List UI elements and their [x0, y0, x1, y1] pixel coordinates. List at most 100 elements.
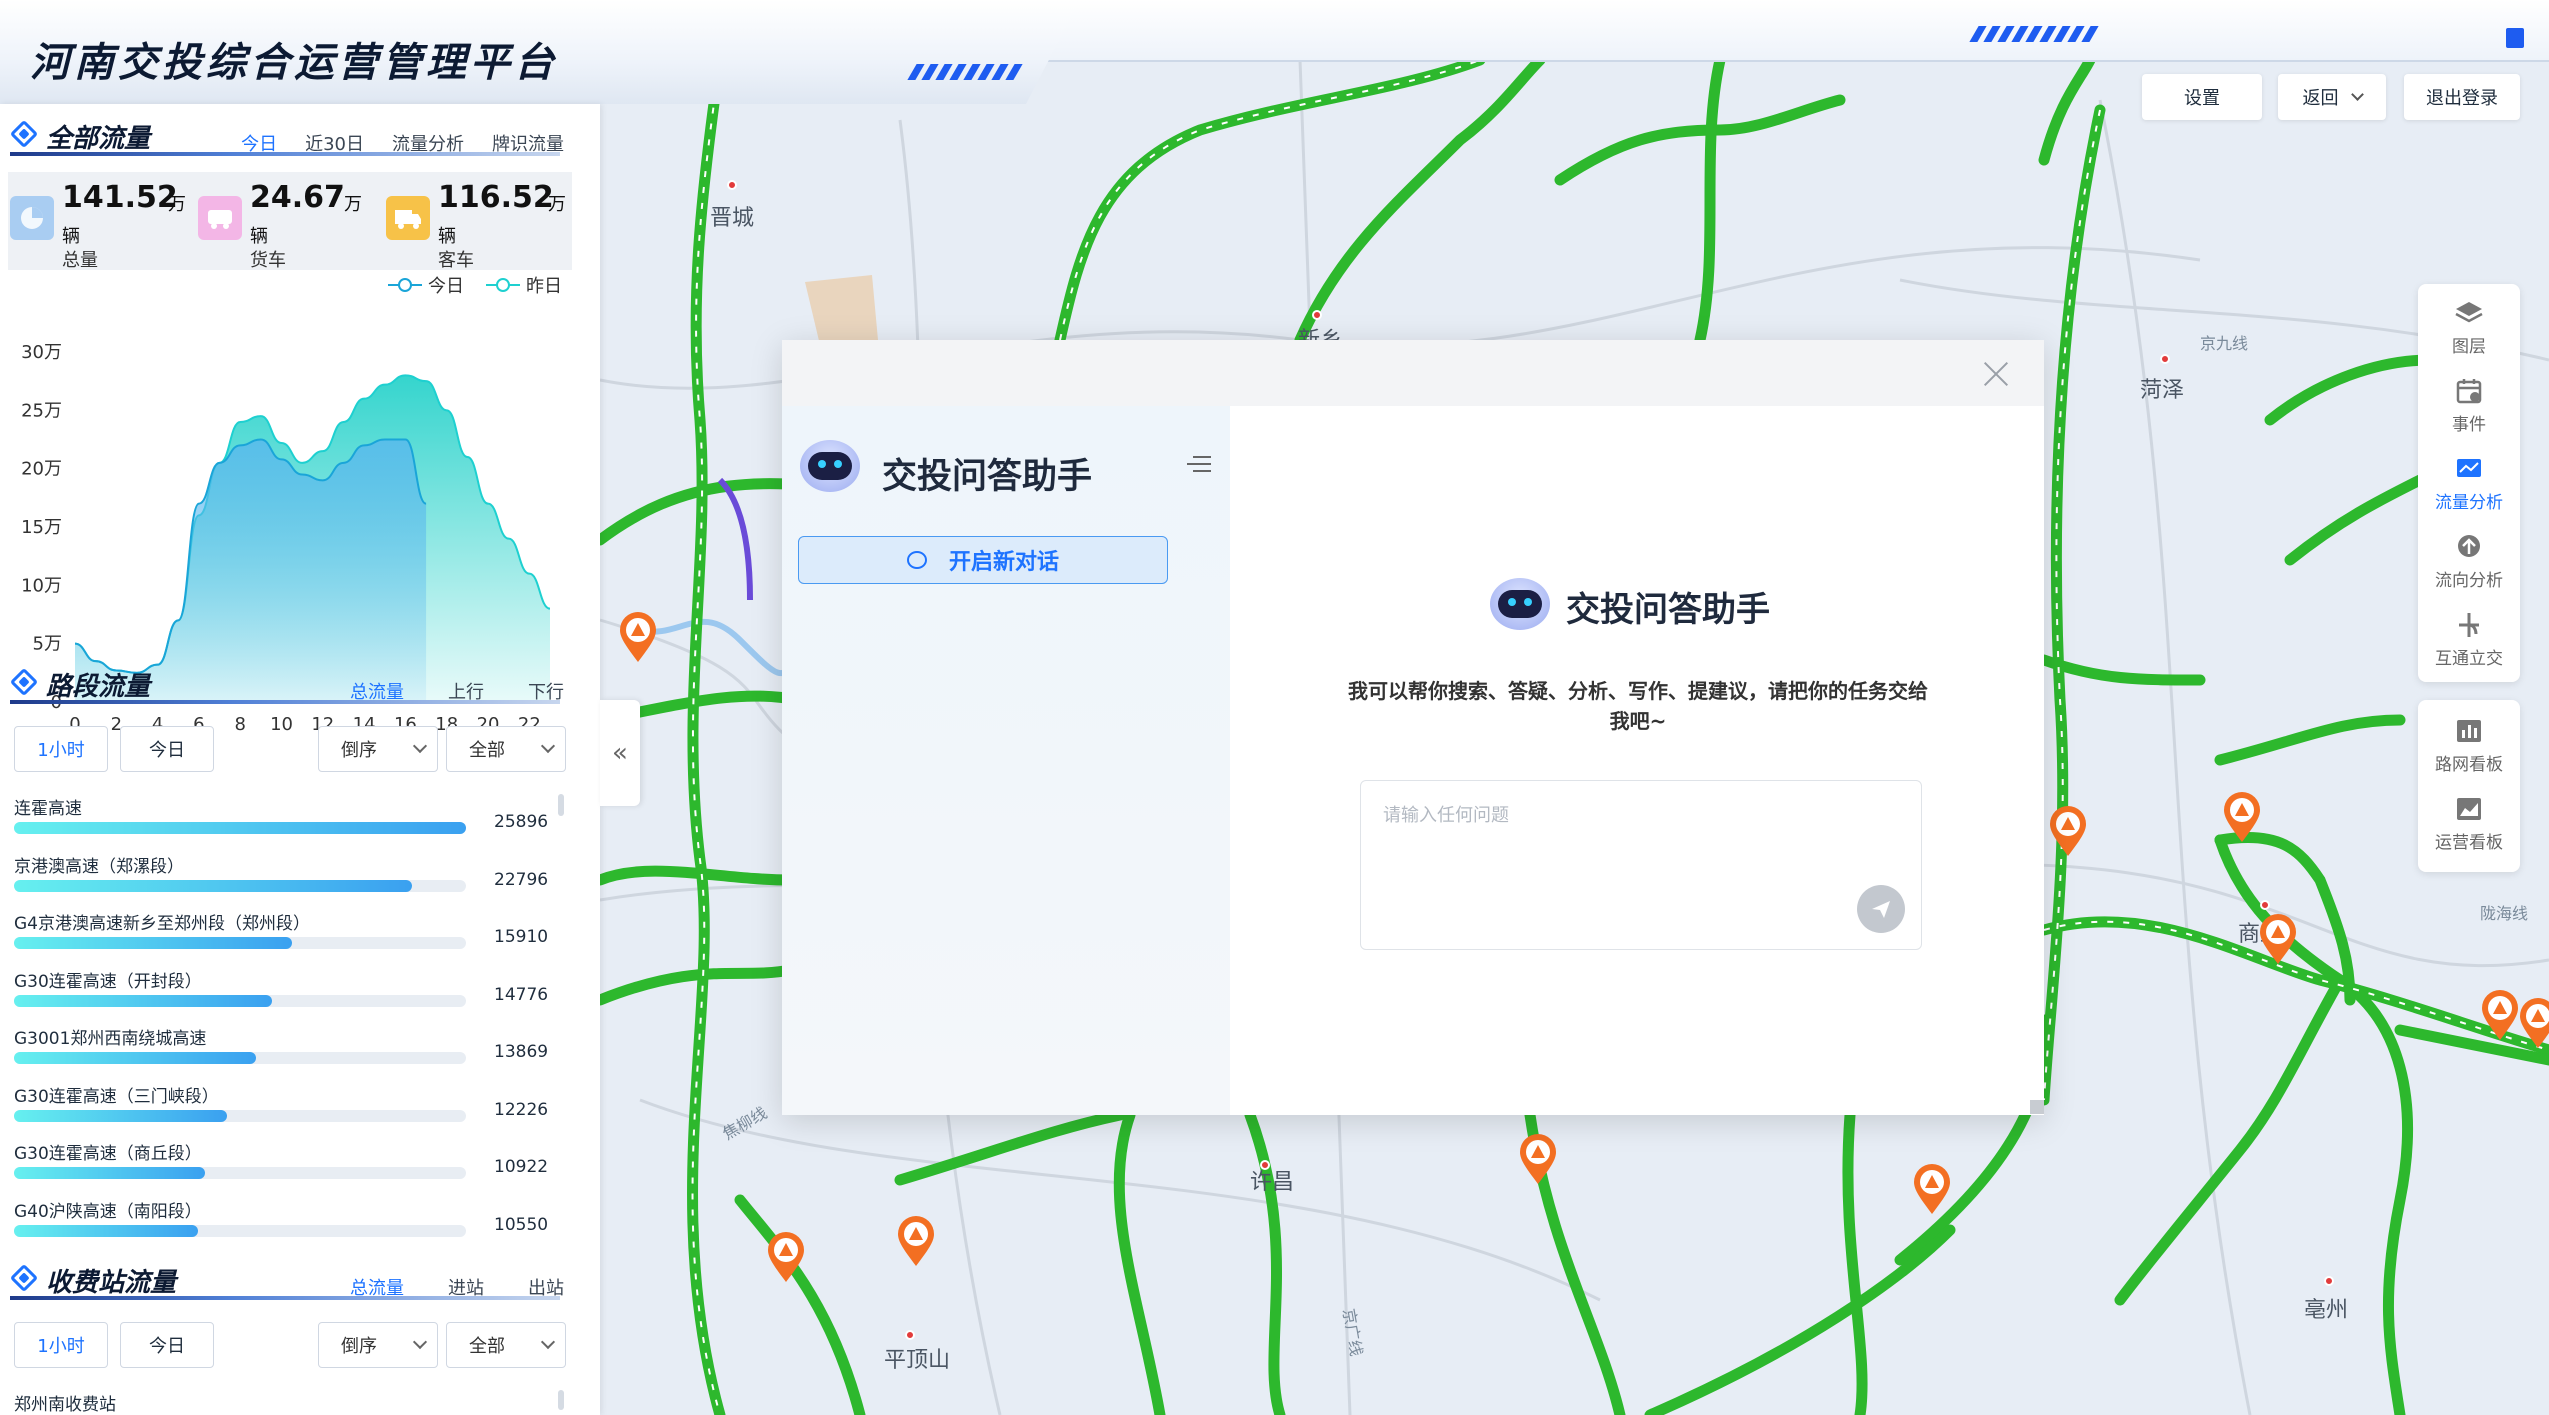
- flow-value: 13869: [494, 1042, 549, 1062]
- toolbar-operation-dashboard[interactable]: 运营看板: [2418, 784, 2520, 862]
- today-button[interactable]: 今日: [120, 726, 214, 772]
- stat-label: 货车: [250, 250, 286, 271]
- road-flow-header: 路段流量 总流量 上行 下行: [0, 660, 590, 704]
- road-name: 连霍高速: [14, 799, 82, 819]
- menu-collapse-icon[interactable]: [1187, 454, 1211, 474]
- chevron-down-icon: [412, 1334, 428, 1350]
- stat-unit-vehicle: 辆: [62, 226, 80, 247]
- toolbar-interchange[interactable]: 互通立交: [2418, 600, 2520, 678]
- toll-station-pin-icon[interactable]: [618, 612, 658, 664]
- toolbar-road-dashboard[interactable]: 路网看板: [2418, 706, 2520, 784]
- toll-station-name: 郑州南收费站: [14, 1395, 116, 1415]
- dashboard-toolbar: 路网看板 运营看板: [2418, 700, 2520, 872]
- flow-direction-icon: [2458, 534, 2480, 557]
- toll-station-pin-icon[interactable]: [2518, 998, 2549, 1050]
- header-stripes: [907, 64, 1023, 80]
- toll-station-pin-icon[interactable]: [766, 1232, 806, 1284]
- filter-select[interactable]: 全部: [446, 726, 566, 772]
- toolbar-label: 互通立交: [2435, 648, 2503, 669]
- toll-selects: 倒序 全部: [318, 1322, 566, 1368]
- city-marker: [2324, 1276, 2334, 1286]
- welcome-title: 交投问答助手: [1566, 590, 1770, 630]
- legend-today-marker: [388, 278, 422, 292]
- stat-unit: 万: [344, 194, 362, 215]
- table-row[interactable]: G40沪陕高速（南阳段） 10550: [0, 1195, 580, 1253]
- table-row[interactable]: G30连霍高速（三门峡段） 12226: [0, 1080, 580, 1138]
- city-label: 菏泽: [2140, 378, 2185, 403]
- stat-unit-vehicle: 辆: [438, 226, 456, 247]
- toolbar-events[interactable]: 事件: [2418, 366, 2520, 444]
- hour-button[interactable]: 1小时: [14, 726, 108, 772]
- question-input[interactable]: [1383, 801, 1883, 881]
- back-button[interactable]: 返回: [2278, 74, 2386, 120]
- new-chat-label: 开启新对话: [948, 550, 1059, 575]
- city-marker: [727, 180, 737, 190]
- layers-icon: [2455, 301, 2483, 322]
- toll-station-pin-icon[interactable]: [2048, 806, 2088, 858]
- fullscreen-icon[interactable]: [2506, 28, 2524, 48]
- table-row[interactable]: 连霍高速 25896: [0, 792, 580, 850]
- flow-bar-fill: [14, 994, 272, 1007]
- toolbar-layers[interactable]: 图层: [2418, 288, 2520, 366]
- bus-icon: [198, 196, 242, 240]
- toll-station-pin-icon[interactable]: [2480, 990, 2520, 1042]
- flow-bar-fill: [14, 1224, 199, 1237]
- flow-bar-fill: [14, 879, 412, 892]
- road-flow-list: 连霍高速 25896 京港澳高速（郑漯段） 22796 G4京港澳高速新乡至郑州段（郑州…: [0, 792, 580, 1252]
- road-name: G30连霍高速（开封段）: [14, 971, 202, 992]
- flow-bar-fill: [14, 1109, 228, 1122]
- total-flow-header: 全部流量 今日 近30日 流量分析 牌识流量: [0, 112, 590, 156]
- resize-handle[interactable]: [2030, 1100, 2044, 1114]
- chart-legend-yesterday: 昨日: [486, 272, 562, 298]
- road-selects: 倒序 全部: [318, 726, 566, 772]
- hour-button[interactable]: 1小时: [14, 1322, 108, 1368]
- settings-button[interactable]: 设置: [2142, 74, 2262, 120]
- close-icon[interactable]: [1982, 360, 2010, 388]
- table-row[interactable]: 京港澳高速（郑漯段） 22796: [0, 850, 580, 908]
- order-select[interactable]: 倒序: [318, 1322, 438, 1368]
- chart-legend-today: 今日: [388, 272, 464, 298]
- back-button-label: 返回: [2302, 88, 2339, 109]
- legend-label: 昨日: [526, 276, 562, 297]
- question-input-box: [1360, 780, 1922, 950]
- chevron-down-icon: [540, 1334, 556, 1350]
- map-toolbar: 图层 事件 流量分析 流向分析 互通立交: [2418, 284, 2520, 682]
- rail-label: 陇海线: [2480, 904, 2529, 923]
- y-tick-label: 10万: [21, 575, 62, 596]
- collapse-panel-button[interactable]: «: [600, 700, 640, 806]
- filter-select[interactable]: 全部: [446, 1322, 566, 1368]
- road-name: 京港澳高速（郑漯段）: [14, 856, 184, 877]
- logout-button[interactable]: 退出登录: [2404, 74, 2520, 120]
- table-row[interactable]: G30连霍高速（开封段） 14776: [0, 965, 580, 1023]
- toll-station-pin-icon[interactable]: [2258, 914, 2298, 966]
- toll-station-pin-icon[interactable]: [1518, 1134, 1558, 1186]
- today-button[interactable]: 今日: [120, 1322, 214, 1368]
- toll-time-buttons: 1小时 今日: [14, 1322, 214, 1368]
- stat-unit: 万: [548, 194, 566, 215]
- x-tick-label: 8: [234, 714, 245, 735]
- toll-station-pin-icon[interactable]: [2222, 792, 2262, 844]
- flow-bar-fill: [14, 937, 292, 949]
- new-chat-button[interactable]: 开启新对话: [798, 536, 1168, 584]
- toolbar-flow-direction[interactable]: 流向分析: [2418, 522, 2520, 600]
- flow-value: 15910: [494, 927, 549, 947]
- stat-unit-vehicle: 辆: [250, 226, 268, 247]
- order-select[interactable]: 倒序: [318, 726, 438, 772]
- x-tick-label: 10: [270, 714, 293, 735]
- table-row[interactable]: G3001郑州西南绕城高速 13869: [0, 1022, 580, 1080]
- road-list-scrollbar[interactable]: [558, 794, 564, 816]
- stat-trucks: 24.67 万 辆 货车: [196, 172, 384, 271]
- toll-list-scrollbar[interactable]: [558, 1390, 564, 1410]
- send-button[interactable]: [1857, 885, 1905, 933]
- table-row[interactable]: G30连霍高速（商丘段） 10922: [0, 1137, 580, 1195]
- toolbar-label: 流量分析: [2435, 492, 2503, 513]
- toll-station-pin-icon[interactable]: [896, 1216, 936, 1268]
- assistant-sidebar: 交投问答助手 开启新对话: [782, 406, 1230, 1115]
- stat-unit: 万: [168, 194, 186, 215]
- section-underline: [10, 700, 560, 704]
- toolbar-flow-analysis[interactable]: 流量分析: [2418, 444, 2520, 522]
- truck-icon: [386, 196, 430, 240]
- section-title: 路段流量: [46, 672, 151, 702]
- table-row[interactable]: G4京港澳高速新乡至郑州段（郑州段） 15910: [0, 907, 580, 965]
- toll-station-pin-icon[interactable]: [1912, 1164, 1952, 1216]
